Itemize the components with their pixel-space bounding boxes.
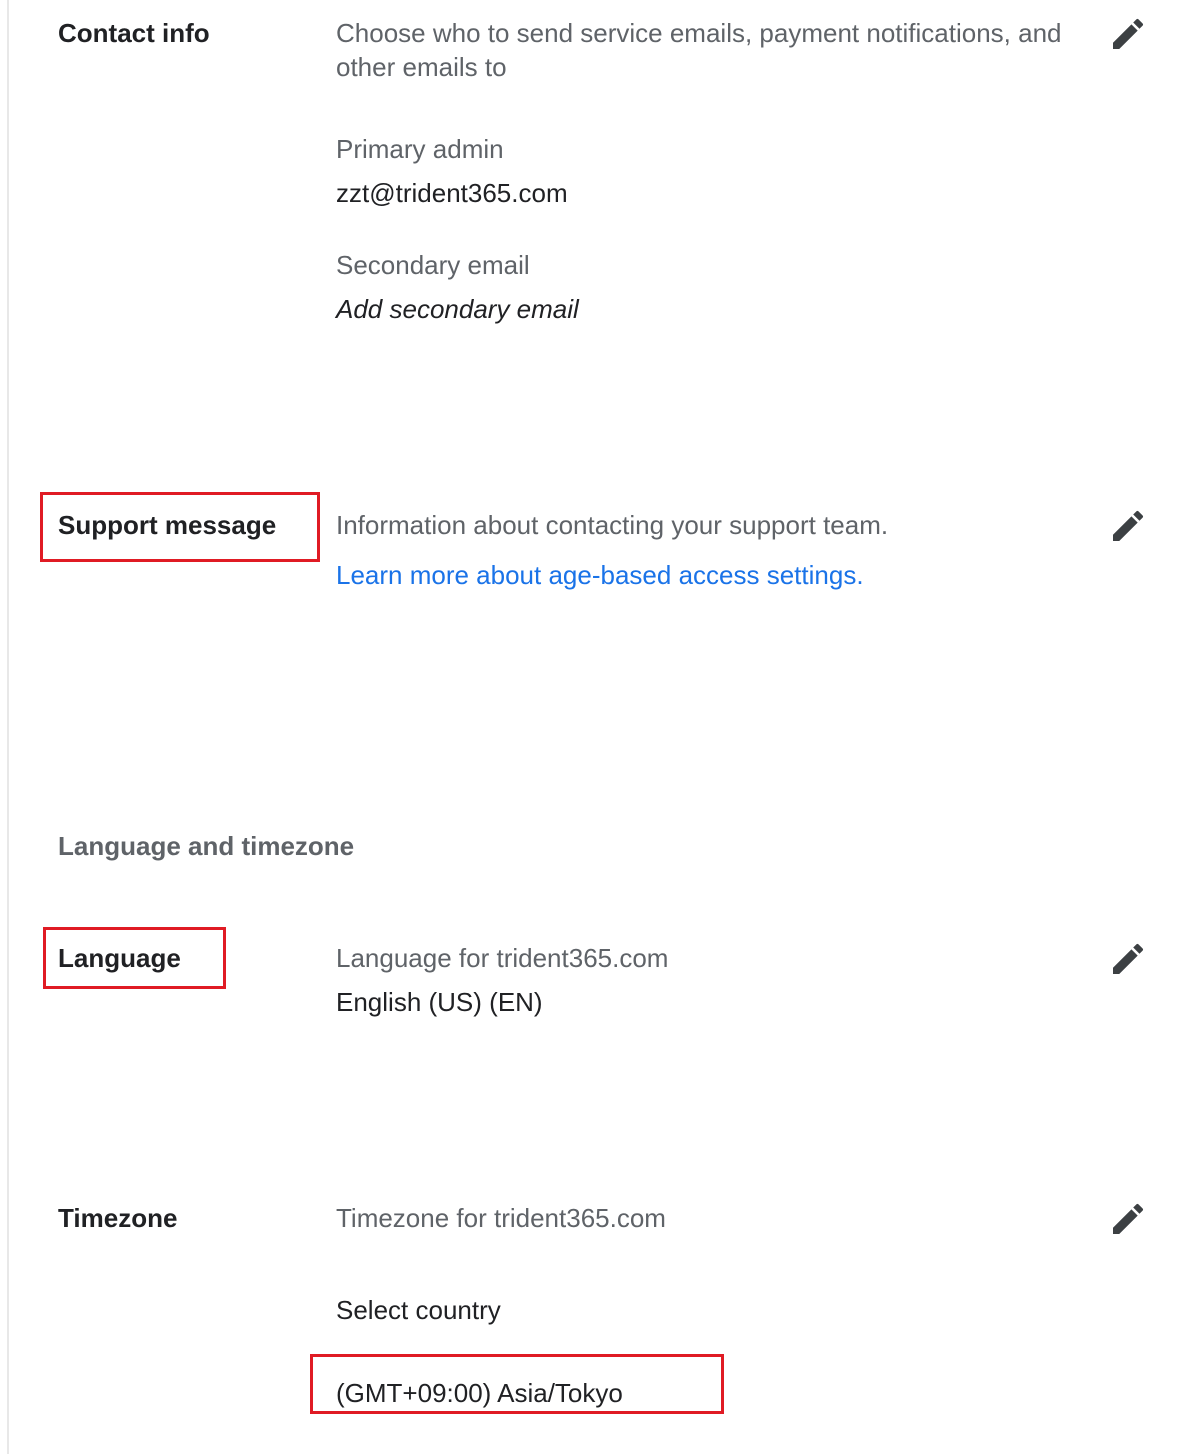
- primary-admin-email: zzt@trident365.com: [336, 178, 568, 208]
- language-timezone-section-title: Language and timezone: [58, 831, 355, 861]
- age-based-access-link[interactable]: Learn more about age-based access settin…: [336, 560, 864, 591]
- add-secondary-email[interactable]: Add secondary email: [336, 294, 579, 325]
- support-message-description: Information about contacting your suppor…: [336, 510, 889, 540]
- timezone-edit-icon[interactable]: [1108, 1199, 1148, 1239]
- page-left-border: [7, 0, 9, 1454]
- support-message-label: Support message: [58, 510, 277, 540]
- contact-info-description-line2: other emails to: [336, 52, 507, 82]
- contact-info-description-line1: Choose who to send service emails, payme…: [336, 18, 1062, 48]
- support-message-edit-icon[interactable]: [1108, 506, 1148, 546]
- language-edit-icon[interactable]: [1108, 939, 1148, 979]
- contact-info-edit-icon[interactable]: [1108, 14, 1148, 54]
- timezone-label: Timezone: [58, 1203, 178, 1233]
- contact-info-label: Contact info: [58, 18, 210, 48]
- language-label: Language: [58, 943, 181, 973]
- language-value: English (US) (EN): [336, 987, 543, 1017]
- select-country-label: Select country: [336, 1295, 501, 1325]
- primary-admin-label: Primary admin: [336, 134, 504, 164]
- timezone-description: Timezone for trident365.com: [336, 1203, 666, 1233]
- language-description: Language for trident365.com: [336, 943, 669, 973]
- timezone-value: (GMT+09:00) Asia/Tokyo: [336, 1378, 623, 1408]
- secondary-email-label: Secondary email: [336, 250, 530, 280]
